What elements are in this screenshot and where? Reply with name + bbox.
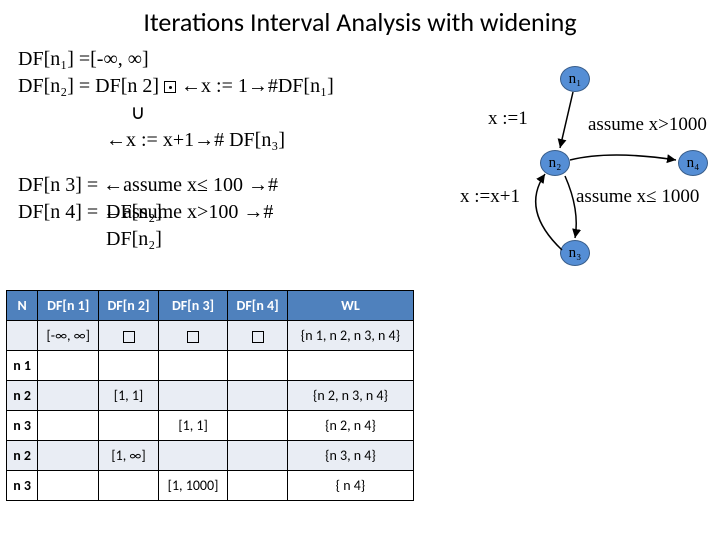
row-label: n 1 xyxy=(7,351,38,381)
empty-box-icon xyxy=(187,331,199,343)
table-cell: [1, ∞] xyxy=(99,441,159,471)
table-cell xyxy=(228,471,288,501)
table-row: n 1 xyxy=(7,351,414,381)
table-cell: { n 4} xyxy=(287,471,413,501)
row-label: n 3 xyxy=(7,471,38,501)
table-cell: {n 2, n 3, n 4} xyxy=(287,381,413,411)
row-label xyxy=(7,321,38,351)
table-cell xyxy=(228,351,288,381)
row-label: n 3 xyxy=(7,411,38,441)
table-cell xyxy=(158,441,228,471)
slide-title: Iterations Interval Analysis with wideni… xyxy=(0,0,720,40)
cup-symbol: ∪ xyxy=(128,100,148,127)
empty-box-icon xyxy=(252,331,264,343)
table-cell xyxy=(228,381,288,411)
eq-line-4: DF[n 3] = ←assume x≤ 100 →# xyxy=(18,172,398,199)
eq-6-under: DF[n₂] xyxy=(106,226,162,253)
table-cell xyxy=(228,411,288,441)
table-row: n 2 [1, 1] {n 2, n 3, n 4} xyxy=(7,381,414,411)
table-header: DF[n 4] xyxy=(228,291,288,321)
table-cell xyxy=(99,351,159,381)
table-cell xyxy=(99,471,159,501)
table-cell: [1, 1] xyxy=(99,381,159,411)
eq-line-3: ←x := x+1→# DF[n₃] xyxy=(106,127,398,154)
row-label: n 2 xyxy=(7,441,38,471)
table-cell xyxy=(158,381,228,411)
iteration-table: NDF[n 1]DF[n 2]DF[n 3]DF[n 4]WL [-∞, ∞] {… xyxy=(6,290,414,501)
table-cell: {n 3, n 4} xyxy=(287,441,413,471)
graph-edges xyxy=(410,60,710,300)
table-cell xyxy=(287,351,413,381)
table-cell xyxy=(228,321,288,351)
eq-line-5: DF[n 4] = ←assume x>100 →# DF[n₂] xyxy=(18,199,398,226)
table-header: DF[n 1] xyxy=(38,291,99,321)
table-header: DF[n 2] xyxy=(99,291,159,321)
table-cell xyxy=(158,321,228,351)
table-cell xyxy=(38,351,99,381)
table-cell xyxy=(99,411,159,441)
row-label: n 2 xyxy=(7,381,38,411)
table-row: [-∞, ∞] {n 1, n 2, n 3, n 4} xyxy=(7,321,414,351)
table-header: WL xyxy=(287,291,413,321)
eq-line-1: DF[n₁] =[-∞, ∞] xyxy=(18,46,398,73)
table-row: n 3 [1, 1000] { n 4} xyxy=(7,471,414,501)
table-cell: [-∞, ∞] xyxy=(38,321,99,351)
empty-box-icon xyxy=(123,331,135,343)
table-cell xyxy=(158,351,228,381)
table-header: DF[n 3] xyxy=(158,291,228,321)
table-row: n 3 [1, 1] {n 2, n 4} xyxy=(7,411,414,441)
boxdot-icon xyxy=(164,81,176,93)
eq-2b: ←x := 1→#DF[n₁] xyxy=(176,75,334,97)
table-cell xyxy=(99,321,159,351)
eq-line-2: DF[n₂] = DF[n 2] ←x := 1→#DF[n₁] xyxy=(18,73,398,100)
eq-line-6: DF[n₂] xyxy=(18,226,398,244)
table-cell xyxy=(228,441,288,471)
eq-2a: DF[n₂] = DF[n 2] xyxy=(18,75,164,97)
table-cell xyxy=(38,441,99,471)
table-row: n 2 [1, ∞] {n 3, n 4} xyxy=(7,441,414,471)
table-cell xyxy=(38,381,99,411)
table-cell: [1, 1] xyxy=(158,411,228,441)
cfg-graph: n₁ n₂ n₄ n₃ x :=1 assume x>1000 x :=x+1 … xyxy=(410,60,710,300)
eq-5-under: DF[n₂] xyxy=(106,199,162,226)
table-cell xyxy=(38,411,99,441)
table-cell: {n 2, n 4} xyxy=(287,411,413,441)
table-cell xyxy=(38,471,99,501)
table-header: N xyxy=(7,291,38,321)
table-cell: {n 1, n 2, n 3, n 4} xyxy=(287,321,413,351)
equations-block: DF[n₁] =[-∞, ∞] DF[n₂] = DF[n 2] ←x := 1… xyxy=(18,46,398,244)
table-cell: [1, 1000] xyxy=(158,471,228,501)
